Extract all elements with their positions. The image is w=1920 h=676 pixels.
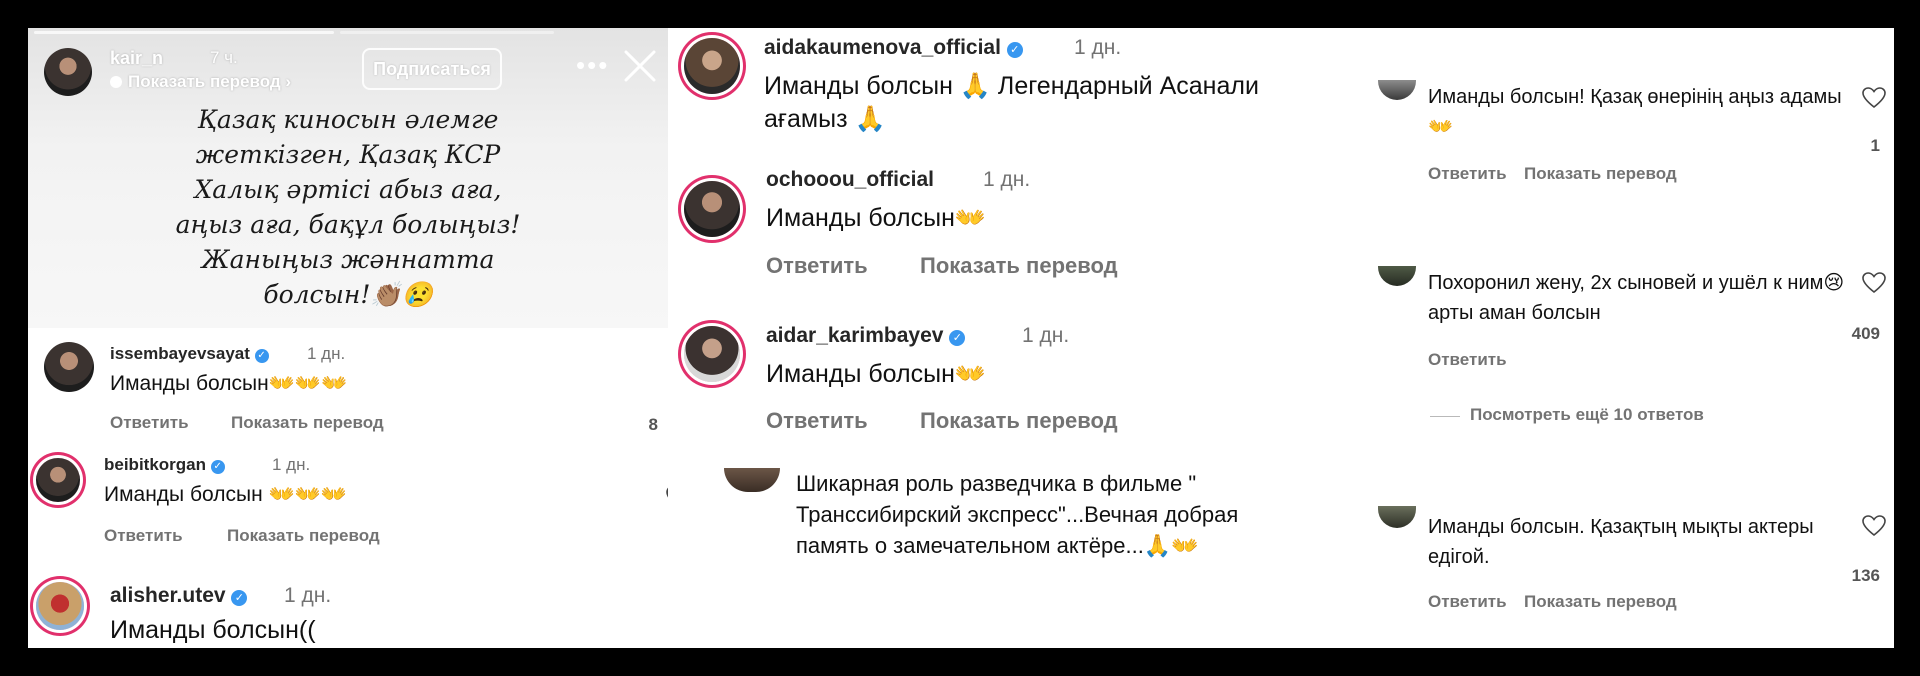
comment-text-line: Иманды болсын! Қазақ өнерінің аңыз адамы (1428, 86, 1842, 108)
avatar[interactable] (684, 38, 740, 94)
comments-panel-middle: aidakaumenova_official ✓ 1 дн. Иманды бо… (668, 28, 1338, 648)
translate-button[interactable]: Показать перевод (227, 526, 380, 546)
reply-button[interactable]: Ответить (1428, 350, 1507, 370)
story-username[interactable]: kair_n (110, 48, 163, 69)
comment-text: Иманды болсын👐 (766, 204, 987, 232)
comment-username[interactable]: beibitkorgan ✓ (104, 455, 225, 475)
comment-text-line: 👐 (1428, 116, 1453, 138)
comment-time: 1 дн. (272, 455, 311, 474)
heart-icon[interactable] (1862, 271, 1886, 295)
like-count: 409 (1851, 324, 1880, 343)
ellipsis-icon[interactable]: ••• (576, 50, 609, 81)
avatar[interactable] (724, 468, 780, 492)
comment-text-line: память о замечательном актёре...🙏👐 (796, 533, 1199, 558)
comment-text: Иманды болсын👐 (766, 360, 987, 388)
comment-time: 1 дн. (983, 168, 1031, 191)
avatar[interactable] (684, 181, 740, 237)
verified-badge-icon: ✓ (1006, 42, 1023, 58)
comment-text: Шикарная роль разведчика в фильме " Тран… (796, 468, 1238, 561)
story-header: kair_n 7 ч. Показать перевод › Подписать… (28, 28, 668, 328)
username-text: issembayevsayat (110, 344, 250, 363)
story-panel: kair_n 7 ч. Показать перевод › Подписать… (28, 28, 668, 648)
like-count: 30 (658, 526, 668, 546)
story-translate-label: Показать перевод › (128, 72, 292, 91)
view-more-replies-button[interactable]: Посмотреть ещё 10 ответов (1470, 405, 1704, 425)
reply-button[interactable]: Ответить (1428, 164, 1507, 184)
story-progress-bar (34, 31, 334, 34)
like-count: 1 (1870, 136, 1880, 155)
comment-text-line: Иманды болсын. Қазақтың мықты актеры (1428, 516, 1814, 538)
story-text-line: Қазақ киносын әлемге (197, 105, 499, 134)
username-text: aidar_karimbayev (766, 324, 944, 347)
avatar[interactable] (44, 342, 94, 392)
reply-button[interactable]: Ответить (104, 526, 183, 546)
comment-text: Иманды болсын 👐👐👐 (104, 483, 347, 506)
avatar[interactable] (684, 326, 740, 382)
username-text: aidakaumenova_official (764, 36, 1001, 59)
comment-username[interactable]: alisher.utev ✓ (110, 584, 248, 608)
comment-text-line: Шикарная роль разведчика в фильме " (796, 471, 1197, 496)
translate-button[interactable]: Показать перевод (1524, 164, 1677, 184)
translate-icon (110, 76, 122, 88)
comment-text: Иманды болсын 🙏 Легендарный Асанали ағам… (764, 70, 1259, 136)
username-text: beibitkorgan (104, 455, 207, 474)
comment-text: Похоронил жену, 2х сыновей и ушёл к ним😢… (1428, 268, 1844, 328)
avatar[interactable] (36, 458, 80, 502)
translate-button[interactable]: Показать перевод (920, 408, 1118, 434)
verified-badge-icon: ✓ (231, 590, 248, 606)
comment-text: Иманды болсын(( (110, 616, 316, 644)
verified-badge-icon: ✓ (210, 460, 225, 474)
replies-divider (1430, 416, 1460, 417)
comment-username[interactable]: issembayevsayat ✓ (110, 344, 269, 364)
close-icon[interactable] (620, 46, 660, 86)
comment-text-line: арты аман болсын (1428, 302, 1601, 324)
subscribe-button[interactable]: Подписаться (362, 48, 502, 90)
story-text-line: Жаныңыз жәннатта (201, 245, 495, 274)
reply-button[interactable]: Ответить (110, 413, 189, 433)
comment-text-line: Иманды болсын 🙏 Легендарный Асанали (764, 72, 1259, 100)
comment-time: 1 дн. (284, 584, 332, 607)
comment-text: Иманды болсын! Қазақ өнерінің аңыз адамы… (1428, 82, 1842, 142)
comment-username[interactable]: aidakaumenova_official ✓ (764, 36, 1023, 60)
reply-button[interactable]: Ответить (766, 253, 868, 279)
heart-icon[interactable] (1862, 514, 1886, 538)
story-progress-bar (340, 31, 554, 34)
avatar[interactable] (1378, 266, 1416, 286)
comment-time: 1 дн. (307, 344, 346, 363)
avatar[interactable] (36, 582, 84, 630)
reply-button[interactable]: Ответить (766, 408, 868, 434)
comments-panel-right: Иманды болсын! Қазақ өнерінің аңыз адамы… (1338, 28, 1894, 648)
comment-time: 1 дн. (1074, 36, 1122, 59)
heart-icon[interactable] (1862, 86, 1886, 110)
like-count: 136 (1851, 566, 1880, 585)
story-text-line: болсын!👏🏽😢 (263, 280, 433, 309)
reply-button[interactable]: Ответить (1428, 592, 1507, 612)
avatar[interactable] (1378, 80, 1416, 100)
comment-username[interactable]: ochooou_official (766, 168, 934, 192)
comment-time: 1 дн. (1022, 324, 1070, 347)
like-count: 8 (648, 415, 658, 434)
comment-text-line: Похоронил жену, 2х сыновей и ушёл к ним😢 (1428, 272, 1845, 294)
comment-text-line: Транссибирский экспресс"...Вечная добрая (796, 502, 1239, 527)
translate-button[interactable]: Показать перевод (1524, 592, 1677, 612)
translate-button[interactable]: Показать перевод (920, 253, 1118, 279)
story-translate-link[interactable]: Показать перевод › (110, 72, 291, 92)
story-time: 7 ч. (210, 48, 238, 67)
story-author-avatar[interactable] (44, 48, 92, 96)
story-text-line: аңыз аға, бақұл болыңыз! (175, 210, 521, 239)
comment-text-line: ағамыз 🙏 (764, 105, 886, 133)
story-text: Қазақ киносын әлемге жеткізген, Қазақ КС… (148, 102, 548, 312)
verified-badge-icon: ✓ (254, 349, 269, 363)
comment-text: Иманды болсын👐👐👐 (110, 372, 348, 395)
avatar[interactable] (1378, 506, 1416, 528)
story-text-line: жеткізген, Қазақ КСР (195, 140, 501, 169)
comment-username[interactable]: aidar_karimbayev ✓ (766, 324, 966, 348)
comment-text-line: едiгой. (1428, 546, 1490, 568)
username-text: alisher.utev (110, 584, 226, 607)
translate-button[interactable]: Показать перевод (231, 413, 384, 433)
comment-text: Иманды болсын. Қазақтың мықты актеры едi… (1428, 512, 1814, 572)
verified-badge-icon: ✓ (949, 330, 966, 346)
story-text-line: Халық әртісі абыз аға, (194, 175, 502, 204)
